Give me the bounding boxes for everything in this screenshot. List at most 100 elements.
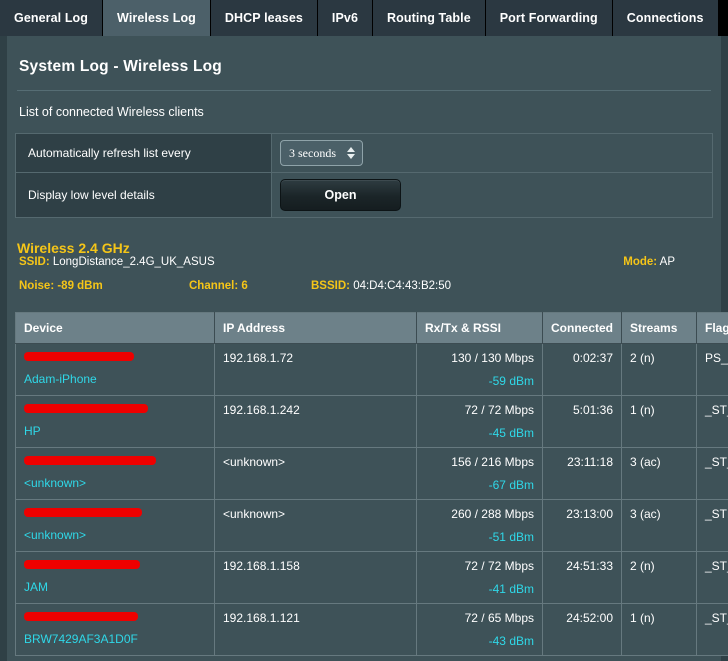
cell-ip-address: <unknown>: [214, 499, 417, 552]
table-header-row: Device IP Address Rx/Tx & RSSI Connected…: [15, 312, 728, 344]
device-hostname: <unknown>: [24, 528, 87, 542]
tab-general-log[interactable]: General Log: [0, 0, 104, 36]
cell-streams: 2 (n): [621, 343, 697, 396]
rssi-value: -45 dBm: [488, 426, 534, 440]
cell-streams: 1 (n): [621, 603, 697, 656]
open-button[interactable]: Open: [280, 179, 401, 211]
cell-streams: 1 (n): [621, 395, 697, 448]
tab-dhcp-leases[interactable]: DHCP leases: [210, 0, 318, 36]
tab-wireless-log[interactable]: Wireless Log: [103, 0, 211, 36]
cell-ip-address: 192.168.1.72: [214, 343, 417, 396]
refresh-interval-value: 3 seconds: [289, 145, 336, 160]
settings-table: Automatically refresh list every 3 secon…: [15, 133, 713, 218]
rssi-value: -41 dBm: [488, 582, 534, 596]
col-header-connected: Connected: [542, 312, 622, 344]
rate-value: 156 / 216 Mbps: [451, 455, 534, 469]
redaction-bar: [24, 404, 148, 413]
wireless-clients-table: Device IP Address Rx/Tx & RSSI Connected…: [15, 312, 728, 656]
mac-address-wrap: XX:XX:XX:XX:XX:XX: [24, 507, 142, 521]
mac-address-wrap: XX:XX:XX:XX:XX:XX: [24, 559, 140, 573]
wireless-ssid-line: SSID: LongDistance_2.4G_UK_ASUS Mode: AP: [7, 256, 721, 280]
cell-device: XX:XX:XX:XX:XX:XX <unknown>: [15, 447, 215, 500]
ssid-label: SSID:: [19, 256, 50, 268]
cell-flags: _STMAU_: [696, 499, 728, 552]
table-row: XX:XX:XX:XX:XX:XXHP192.168.1.24272 / 72 …: [15, 395, 728, 448]
cell-ip-address: <unknown>: [214, 447, 417, 500]
cell-device: XX:XX:XX:XX:XX:XX JAM: [15, 551, 215, 604]
wireless-band-title: Wireless 2.4 GHz: [17, 240, 130, 256]
tab-connections[interactable]: Connections: [612, 0, 719, 36]
rate-value: 72 / 72 Mbps: [464, 403, 534, 417]
rssi-value: -51 dBm: [488, 530, 534, 544]
redaction-bar: [24, 508, 142, 517]
bssid-label: BSSID:: [311, 280, 350, 292]
cell-rxtx-rssi: 72 / 72 Mbps -41 dBm: [416, 551, 543, 604]
cell-rxtx-rssi: 156 / 216 Mbps -67 dBm: [416, 447, 543, 500]
table-row: XX:XX:XX:XX:XX:XX<unknown><unknown>156 /…: [15, 447, 728, 500]
cell-ip-address: 192.168.1.158: [214, 551, 417, 604]
refresh-value-cell: 3 seconds: [272, 134, 712, 172]
tab-ipv6[interactable]: IPv6: [317, 0, 374, 36]
page-inner: System Log - Wireless Log List of connec…: [7, 36, 728, 661]
bssid-group: BSSID: 04:D4:C4:43:B2:50: [311, 280, 451, 292]
mac-address-wrap: 7429AF3A1D0F: [24, 611, 138, 625]
mode-group: Mode: AP: [623, 256, 675, 268]
tab-routing-table[interactable]: Routing Table: [373, 0, 486, 36]
cell-device: 7429AF3A1D0F BRW7429AF3A1D0F: [15, 603, 215, 656]
col-header-device: Device: [15, 312, 215, 344]
table-body: XX:XX:XX:XX:XX:XX Adam-iPhone 192.168.1.72…: [15, 343, 728, 656]
cell-flags: PS__AU_: [696, 343, 728, 396]
cell-rxtx-rssi: 72 / 65 Mbps -43 dBm: [416, 603, 543, 656]
settings-row-refresh: Automatically refresh list every 3 secon…: [16, 134, 712, 173]
table-row: XX:XX:XX:XX:XX:XX<unknown><unknown>260 /…: [15, 499, 728, 552]
mac-address-wrap: XX:XX:XX:XX:XX:XX: [24, 351, 135, 365]
refresh-interval-select[interactable]: 3 seconds: [280, 140, 363, 166]
device-hostname: Adam-iPhone: [24, 372, 97, 386]
mac-address-wrap: XX:XX:XX:XX:XX:XX: [24, 455, 156, 469]
mode-label: Mode:: [623, 256, 658, 268]
cell-connected: 23:13:00: [542, 499, 622, 552]
cell-connected: 24:51:33: [542, 551, 622, 604]
rate-value: 72 / 65 Mbps: [464, 611, 534, 625]
tab-bar: General Log Wireless Log DHCP leases IPv…: [0, 0, 728, 36]
lowlevel-label: Display low level details: [16, 173, 272, 217]
rssi-value: -59 dBm: [488, 374, 534, 388]
redaction-bar: [24, 456, 156, 465]
device-hostname: <unknown>: [24, 476, 87, 490]
col-header-rxtx: Rx/Tx & RSSI: [416, 312, 543, 344]
rate-value: 72 / 72 Mbps: [464, 559, 534, 573]
mac-address-wrap: XX:XX:XX:XX:XX:XX: [24, 403, 148, 417]
cell-connected: 5:01:36: [542, 395, 622, 448]
col-header-ip: IP Address: [214, 312, 417, 344]
cell-device: XX:XX:XX:XX:XX:XX Adam-iPhone: [15, 343, 215, 396]
redaction-bar: [24, 352, 134, 361]
cell-device: XX:XX:XX:XX:XX:XX HP: [15, 395, 215, 448]
cell-flags: _ST_AU_: [696, 395, 728, 448]
page-title: System Log - Wireless Log: [19, 58, 222, 75]
cell-ip-address: 192.168.1.242: [214, 395, 417, 448]
refresh-label: Automatically refresh list every: [16, 134, 272, 172]
page-subtitle: List of connected Wireless clients: [19, 105, 204, 119]
device-hostname: JAM: [24, 580, 48, 594]
ssid-value: LongDistance_2.4G_UK_ASUS: [52, 256, 215, 268]
cell-streams: 3 (ac): [621, 499, 697, 552]
cell-flags: _ST_AU_: [696, 551, 728, 604]
cell-rxtx-rssi: 130 / 130 Mbps -59 dBm: [416, 343, 543, 396]
cell-flags: _ST_AU_: [696, 447, 728, 500]
lowlevel-value-cell: Open: [272, 173, 712, 217]
col-header-flags: Flags: [696, 312, 728, 344]
redaction-bar: [24, 560, 140, 569]
wireless-stats-line: Noise: -89 dBm Channel: 6 BSSID: 04:D4:C…: [7, 280, 721, 304]
table-row: XX:XX:XX:XX:XX:XX Adam-iPhone 192.168.1.72…: [15, 343, 728, 396]
tab-port-forwarding[interactable]: Port Forwarding: [485, 0, 613, 36]
cell-rxtx-rssi: 260 / 288 Mbps -51 dBm: [416, 499, 543, 552]
device-hostname: HP: [24, 424, 41, 438]
col-header-streams: Streams: [621, 312, 697, 344]
cell-streams: 3 (ac): [621, 447, 697, 500]
cell-connected: 0:02:37: [542, 343, 622, 396]
rate-value: 130 / 130 Mbps: [451, 351, 534, 365]
cell-ip-address: 192.168.1.121: [214, 603, 417, 656]
bssid-value: 04:D4:C4:43:B2:50: [353, 280, 452, 292]
cell-rxtx-rssi: 72 / 72 Mbps -45 dBm: [416, 395, 543, 448]
mode-value: AP: [659, 256, 675, 268]
